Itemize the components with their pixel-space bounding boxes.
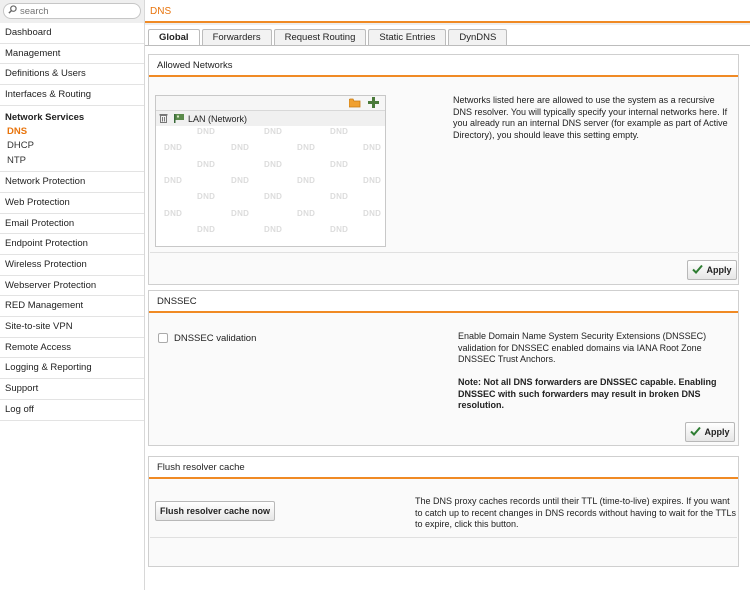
panel-separator (150, 252, 739, 253)
dnd-watermark: DND (330, 224, 349, 234)
add-icon[interactable] (368, 97, 379, 111)
sidebar: Dashboard Management Definitions & Users… (0, 0, 145, 590)
nav-item-interfaces-routing[interactable]: Interfaces & Routing (0, 85, 144, 106)
nav-item-network-services[interactable]: Network Services (0, 110, 144, 125)
nav-item-logging-reporting[interactable]: Logging & Reporting (0, 358, 144, 380)
tab-request-routing[interactable]: Request Routing (273, 29, 367, 45)
tab-forwarders[interactable]: Forwarders (201, 29, 272, 45)
network-list-toolbar (156, 96, 385, 111)
nav-item-wireless-protection[interactable]: Wireless Protection (0, 255, 144, 276)
network-entry-label: LAN (Network) (188, 113, 248, 124)
dnd-watermark: DND (164, 208, 183, 218)
dnd-watermark: DND (297, 143, 316, 153)
nav-item-red-management[interactable]: RED Management (0, 296, 144, 318)
flush-cache-title: Flush resolver cache (149, 457, 738, 479)
dnssec-title: DNSSEC (149, 291, 738, 313)
trash-icon[interactable] (159, 113, 168, 125)
checkmark-icon (690, 426, 704, 438)
flush-resolver-cache-button[interactable]: Flush resolver cache now (155, 501, 276, 521)
dnd-watermark: DND (231, 175, 250, 185)
network-list-item[interactable]: LAN (Network) (156, 111, 385, 126)
main-area: DNS Global Forwarders Request Routing St… (145, 0, 750, 590)
dnssec-validation-label[interactable]: DNSSEC validation (174, 333, 256, 344)
checkmark-icon (692, 264, 706, 276)
search-input[interactable] (17, 5, 127, 17)
search-area (0, 0, 144, 23)
nav-item-network-protection[interactable]: Network Protection (0, 172, 144, 193)
dnd-watermark: DND (164, 143, 183, 153)
dnd-watermark: DND (297, 175, 316, 185)
dnd-watermark: DND (197, 192, 216, 202)
dnd-watermark: DND (231, 208, 250, 218)
dnd-watermark: DND (330, 127, 349, 136)
dnssec-description: Enable Domain Name System Security Exten… (458, 331, 707, 364)
drop-zone[interactable]: DND DND DND DND DND DND DND DND DND DND DND DND DND D… (156, 127, 385, 246)
nav-item-definitions-users[interactable]: Definitions & Users (0, 64, 144, 86)
dnd-watermark: DND (297, 208, 316, 218)
folder-icon[interactable] (348, 98, 361, 111)
content: Global Forwarders Request Routing Static… (145, 25, 750, 590)
nav-item-management[interactable]: Management (0, 44, 144, 65)
nav-item-email-protection[interactable]: Email Protection (0, 214, 144, 235)
page-title: DNS (145, 0, 750, 23)
tab-dyndns[interactable]: DynDNS (448, 29, 508, 45)
search-icon (8, 5, 17, 17)
flush-cache-description: The DNS proxy caches records until their… (415, 496, 736, 529)
nav-item-support[interactable]: Support (0, 379, 144, 400)
tab-static-entries[interactable]: Static Entries (368, 29, 447, 45)
dnd-watermark: DND (264, 127, 283, 136)
dnd-watermark: DND (197, 159, 216, 169)
nav-item-dashboard[interactable]: Dashboard (0, 23, 144, 44)
nav-item-site-to-site-vpn[interactable]: Site-to-site VPN (0, 317, 144, 338)
nav-subitem-dns[interactable]: DNS (0, 125, 144, 140)
allowed-networks-panel: Allowed Networks LAN (Network) DND DND D… (148, 54, 739, 285)
flush-cache-panel: Flush resolver cache Flush resolver cach… (148, 456, 739, 567)
nav-item-web-protection[interactable]: Web Protection (0, 193, 144, 214)
dnd-watermark: DND (363, 208, 382, 218)
network-icon (174, 113, 185, 125)
dnd-watermark: DND (330, 192, 349, 202)
dnd-watermark: DND (164, 175, 183, 185)
dnssec-panel: DNSSEC DNSSEC validation Enable Domain N… (148, 290, 739, 446)
nav-item-log-off[interactable]: Log off (0, 400, 144, 421)
nav-item-endpoint-protection[interactable]: Endpoint Protection (0, 234, 144, 255)
allowed-networks-description: Networks listed here are allowed to use … (453, 95, 728, 140)
dnssec-apply-button[interactable]: Apply (685, 422, 735, 442)
tab-bar: Global Forwarders Request Routing Static… (148, 29, 509, 45)
allowed-networks-title: Allowed Networks (149, 55, 738, 77)
apply-button-label: Apply (706, 265, 732, 275)
apply-button-label: Apply (704, 427, 730, 437)
nav-item-webserver-protection[interactable]: Webserver Protection (0, 276, 144, 297)
dnd-watermark: DND (197, 127, 216, 136)
nav-subitem-ntp[interactable]: NTP (0, 154, 144, 169)
nav-subitem-dhcp[interactable]: DHCP (0, 139, 144, 154)
dnssec-validation-checkbox[interactable] (158, 333, 168, 343)
tab-divider (145, 45, 750, 46)
dnd-watermark: DND (231, 143, 250, 153)
allowed-networks-list[interactable]: LAN (Network) DND DND DND DND DND DND DND DND DN… (155, 95, 386, 247)
dnd-watermark: DND (363, 143, 382, 153)
dnd-watermark: DND (264, 192, 283, 202)
dnd-watermark: DND (264, 159, 283, 169)
nav-item-remote-access[interactable]: Remote Access (0, 338, 144, 359)
dnd-watermark: DND (330, 159, 349, 169)
nav-group-network-services: Network Services DNS DHCP NTP (0, 106, 144, 173)
tab-global[interactable]: Global (148, 29, 200, 45)
search-box[interactable] (3, 3, 141, 19)
dnd-watermark: DND (197, 224, 216, 234)
dnssec-note: Note: Not all DNS forwarders are DNSSEC … (458, 377, 717, 410)
apply-button[interactable]: Apply (687, 260, 737, 280)
dnd-watermark: DND (363, 175, 382, 185)
panel-separator (150, 537, 737, 538)
dnd-watermark: DND (264, 224, 283, 234)
